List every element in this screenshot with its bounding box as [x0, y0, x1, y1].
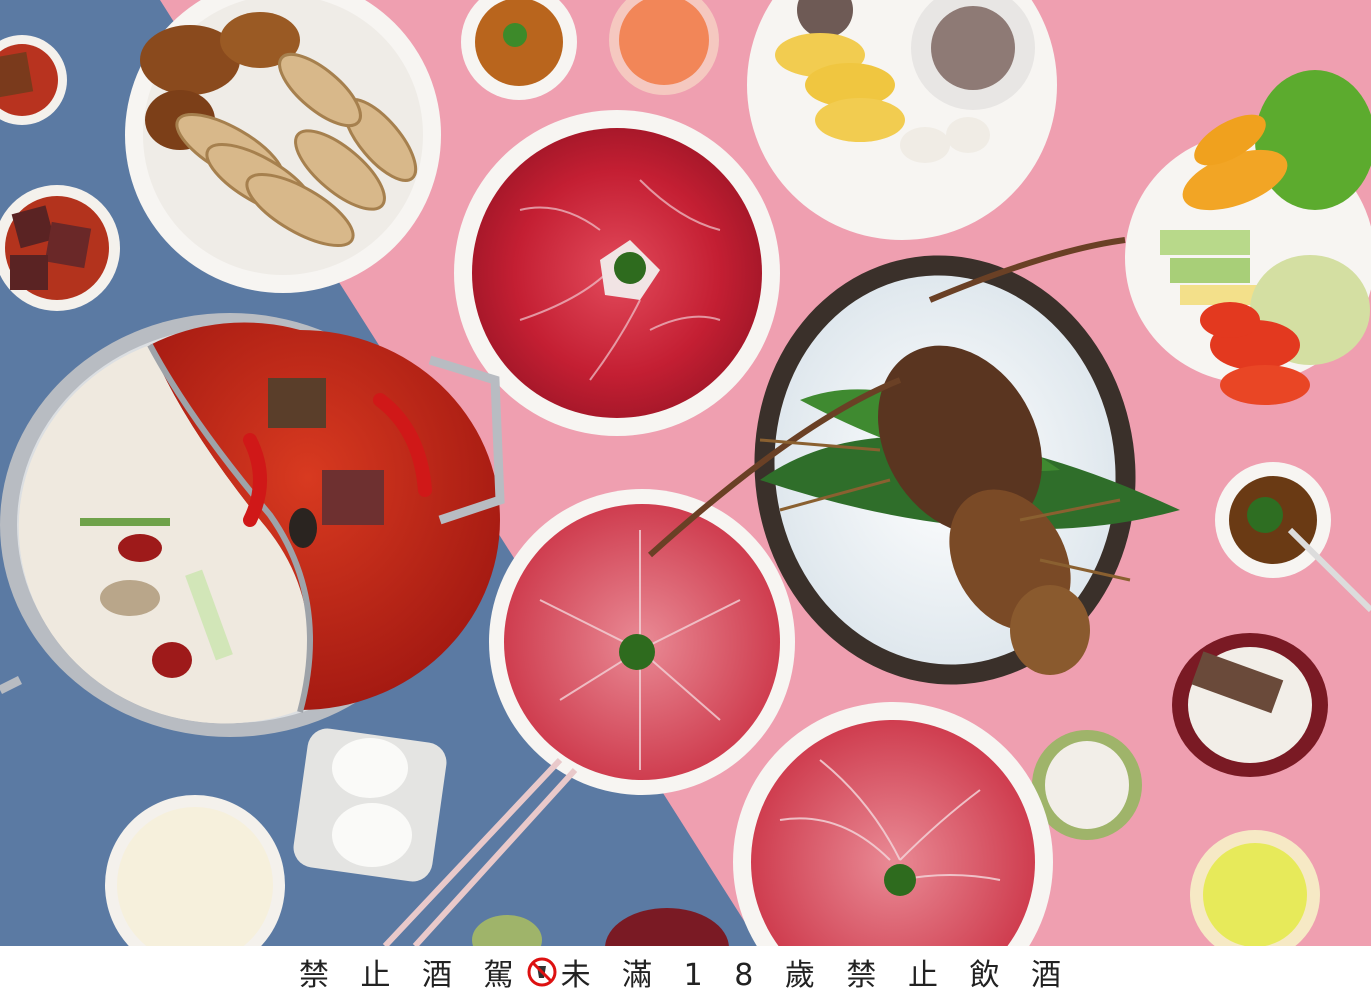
vegetable-plate [1125, 70, 1371, 405]
legal-warning-banner: 禁 止 酒 駕 未 滿 1 8 歲 禁 止 飲 酒 [0, 946, 1371, 998]
icecream-tub-chocolate [1172, 633, 1328, 777]
food-photo-illustration [0, 0, 1371, 946]
icecream-tub-pistachio [1032, 730, 1142, 840]
sauce-dish-right [1215, 462, 1371, 613]
dumpling-plate [747, 0, 1057, 240]
egg-dish [293, 728, 447, 882]
beef-plate-top [454, 110, 780, 436]
wagyu-plate-bottom [733, 702, 1053, 946]
lemon-drink [1190, 830, 1320, 946]
no-drinking-icon [527, 957, 557, 987]
juice-glass [609, 0, 719, 95]
wagyu-plate-middle [489, 489, 795, 795]
food-photo [0, 0, 1371, 946]
underage-drinking-text: 未 滿 1 8 歲 禁 止 飲 酒 [560, 958, 1073, 993]
sauce-dish-top [461, 0, 577, 100]
no-drunk-driving-text: 禁 止 酒 駕 [298, 958, 525, 993]
warning-text: 禁 止 酒 駕 未 滿 1 8 歲 禁 止 飲 酒 [299, 950, 1072, 994]
